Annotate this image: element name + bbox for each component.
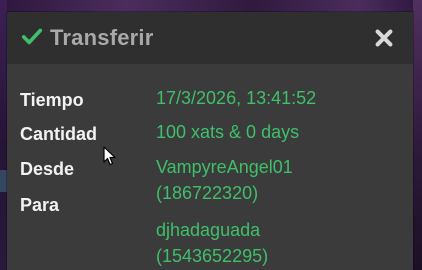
check-icon [21, 28, 43, 45]
to-name: djhadaguada [156, 220, 261, 240]
dialog-header: Transferir [7, 12, 413, 64]
background-top-edge [0, 0, 422, 12]
close-icon[interactable] [373, 27, 395, 49]
to-label: Para [20, 195, 60, 215]
amount-label: Cantidad [20, 124, 98, 144]
transfer-dialog: Transferir Tiempo 17/3/2026, 13:41:52 Ca… [7, 12, 413, 270]
time-value: 17/3/2026, 13:41:52 [156, 88, 317, 108]
background-left-edge [0, 0, 7, 270]
from-name: VampyreAngel01 [156, 157, 293, 177]
amount-value: 100 xats & 0 days [156, 122, 300, 142]
dialog-title: Transferir [50, 25, 154, 50]
mouse-cursor-icon [103, 146, 116, 166]
to-id: (1543652295) [156, 246, 269, 266]
background-left-accent [0, 170, 7, 192]
from-label: Desde [20, 159, 75, 179]
time-label: Tiempo [20, 90, 84, 110]
from-id: (186722320) [156, 183, 259, 203]
background-right-edge [413, 0, 422, 270]
